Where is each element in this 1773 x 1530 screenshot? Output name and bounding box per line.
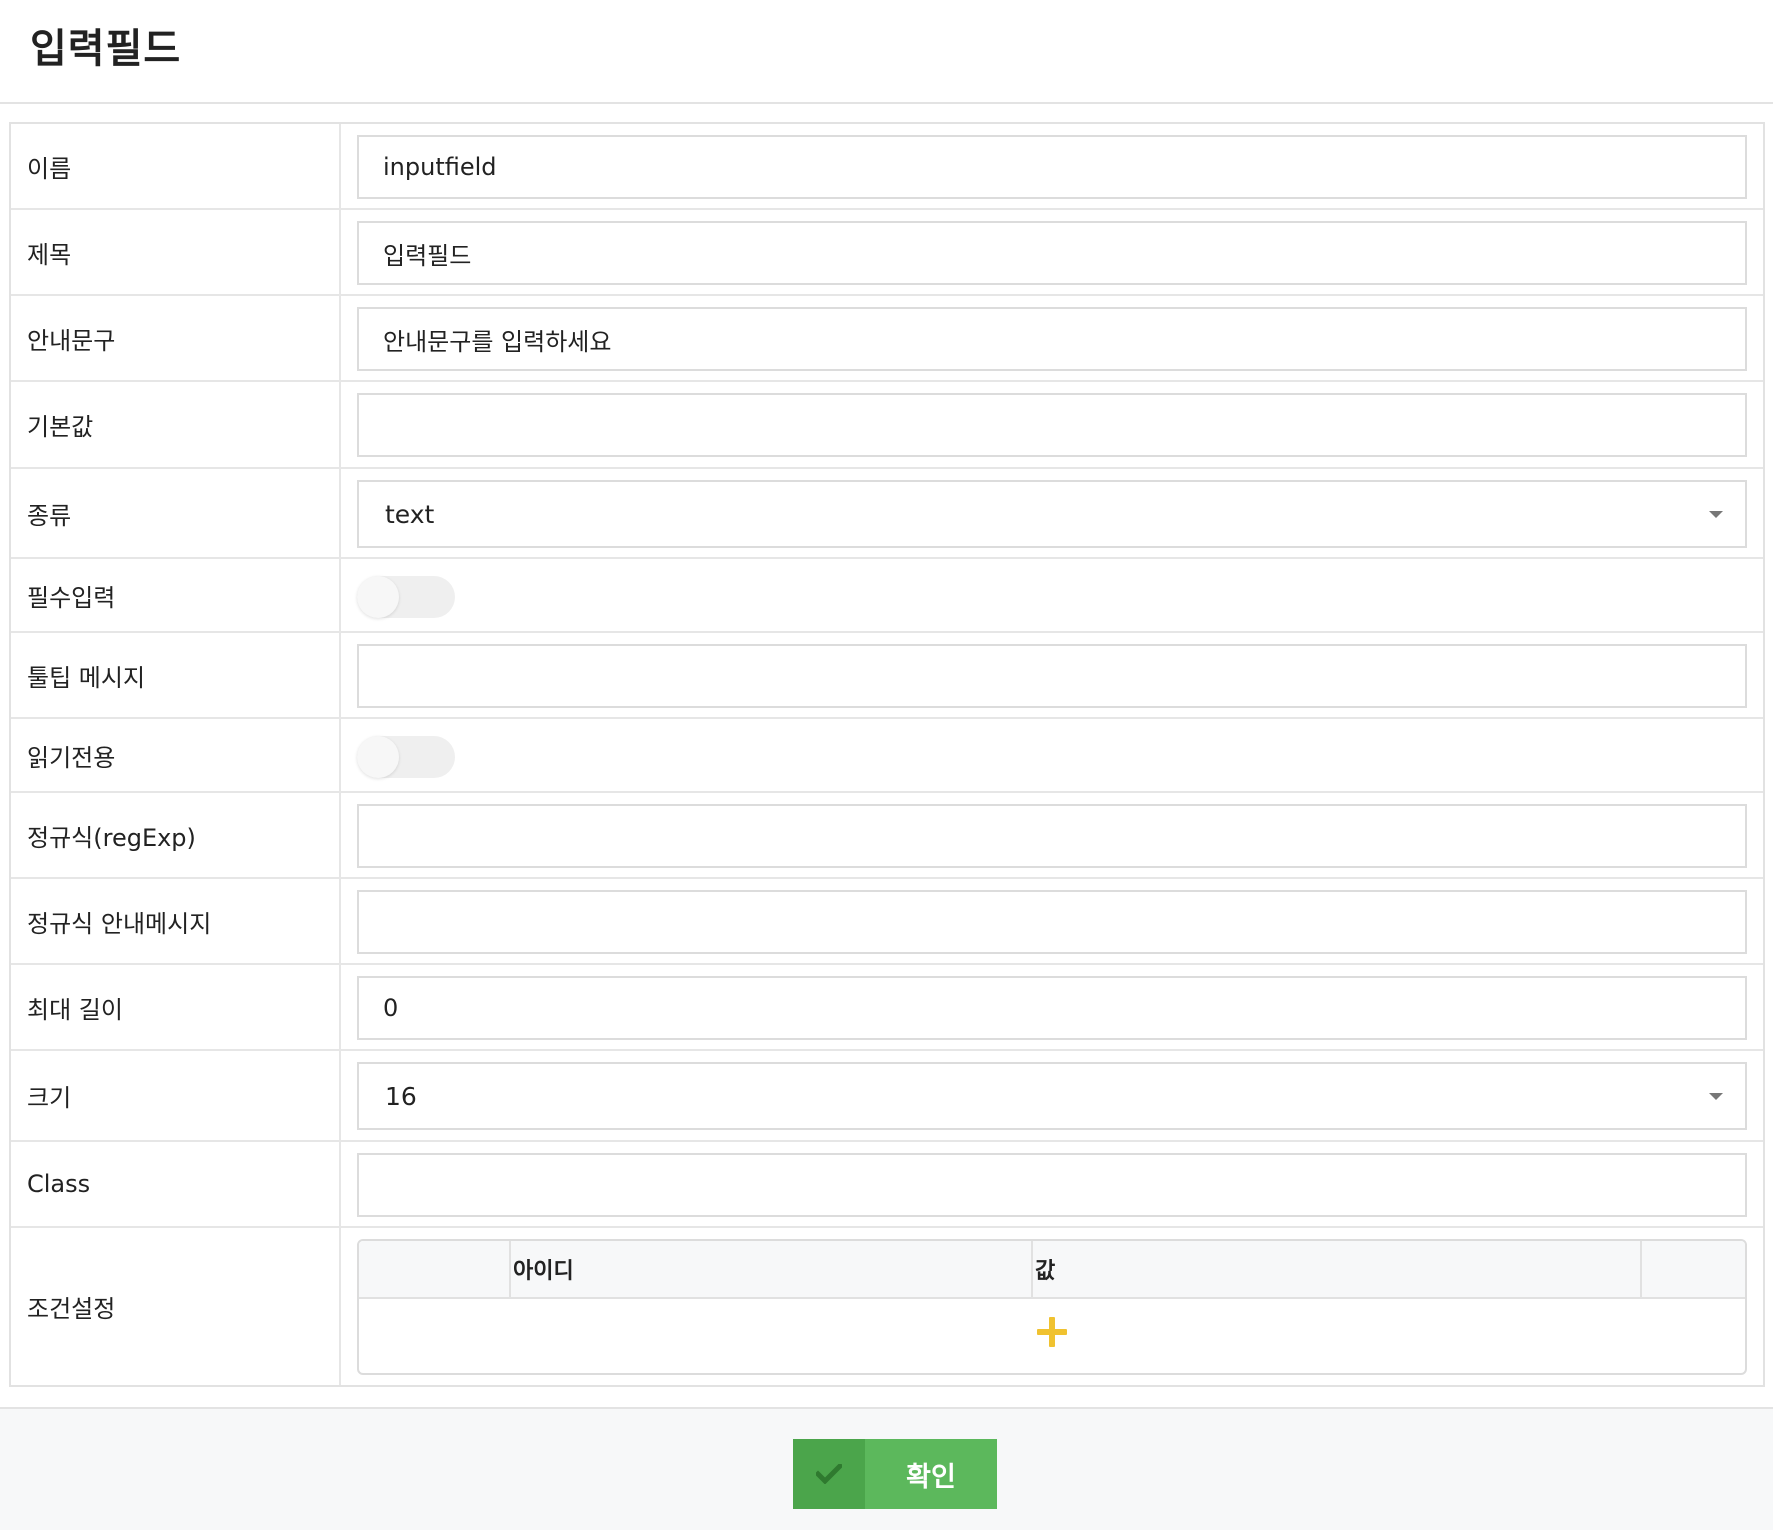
- placeholder-input[interactable]: 안내문구를 입력하세요: [357, 307, 1747, 371]
- conditions-label: 조건설정: [11, 1228, 341, 1385]
- row-title: 제목 입력필드: [11, 210, 1763, 296]
- size-select[interactable]: 16: [357, 1062, 1747, 1130]
- field-settings-form: 이름 inputfield 제목 입력필드 안내문구 안내문구를 입력하세요 기…: [9, 122, 1765, 1387]
- placeholder-label: 안내문구: [11, 296, 341, 380]
- row-readonly: 읽기전용: [11, 719, 1763, 793]
- header: 입력필드: [0, 0, 1773, 104]
- class-input[interactable]: [357, 1153, 1747, 1217]
- type-label: 종류: [11, 469, 341, 557]
- toggle-knob: [357, 736, 399, 778]
- size-select-value: 16: [385, 1081, 417, 1111]
- max-length-input[interactable]: 0: [357, 976, 1747, 1040]
- add-condition-button[interactable]: [1037, 1317, 1067, 1347]
- chevron-down-icon: [1709, 1093, 1723, 1100]
- type-select-value: text: [385, 499, 435, 529]
- readonly-toggle[interactable]: [357, 736, 455, 778]
- name-label: 이름: [11, 124, 341, 208]
- page-title: 입력필드: [30, 26, 182, 72]
- title-input[interactable]: 입력필드: [357, 221, 1747, 285]
- row-size: 크기 16: [11, 1051, 1763, 1142]
- class-label: Class: [11, 1142, 341, 1226]
- check-icon: [793, 1439, 865, 1509]
- confirm-button[interactable]: 확인: [793, 1439, 997, 1509]
- row-regexp: 정규식(regExp): [11, 793, 1763, 879]
- field-settings-page: 입력필드 이름 inputfield 제목 입력필드 안내문구 안내문구를 입력…: [0, 0, 1773, 1530]
- row-max-length: 최대 길이 0: [11, 965, 1763, 1051]
- default-value-label: 기본값: [11, 382, 341, 467]
- max-length-label: 최대 길이: [11, 965, 341, 1049]
- type-select[interactable]: text: [357, 480, 1747, 548]
- regexp-message-label: 정규식 안내메시지: [11, 879, 341, 963]
- row-required: 필수입력: [11, 559, 1763, 633]
- regexp-input[interactable]: [357, 804, 1747, 868]
- default-value-input[interactable]: [357, 393, 1747, 457]
- chevron-down-icon: [1709, 511, 1723, 518]
- readonly-label: 읽기전용: [11, 719, 341, 791]
- required-toggle[interactable]: [357, 576, 455, 618]
- size-label: 크기: [11, 1051, 341, 1140]
- footer: 확인: [0, 1407, 1773, 1530]
- regexp-label: 정규식(regExp): [11, 793, 341, 877]
- condition-col-actions: [1640, 1241, 1745, 1297]
- regexp-message-input[interactable]: [357, 890, 1747, 954]
- row-regexp-message: 정규식 안내메시지: [11, 879, 1763, 965]
- row-default-value: 기본값: [11, 382, 1763, 469]
- toggle-knob: [357, 576, 399, 618]
- row-name: 이름 inputfield: [11, 124, 1763, 210]
- condition-col-value: 값: [1031, 1241, 1640, 1297]
- required-label: 필수입력: [11, 559, 341, 631]
- title-label: 제목: [11, 210, 341, 294]
- condition-table: 아이디 값: [357, 1239, 1747, 1375]
- condition-col-id: 아이디: [509, 1241, 1031, 1297]
- condition-table-header: 아이디 값: [359, 1241, 1745, 1299]
- row-conditions: 조건설정 아이디 값: [11, 1228, 1763, 1385]
- row-class: Class: [11, 1142, 1763, 1228]
- row-type: 종류 text: [11, 469, 1763, 559]
- confirm-label: 확인: [906, 1461, 956, 1493]
- name-input[interactable]: inputfield: [357, 135, 1747, 199]
- tooltip-label: 툴팁 메시지: [11, 633, 341, 717]
- row-tooltip: 툴팁 메시지: [11, 633, 1763, 719]
- tooltip-input[interactable]: [357, 644, 1747, 708]
- row-placeholder: 안내문구 안내문구를 입력하세요: [11, 296, 1763, 382]
